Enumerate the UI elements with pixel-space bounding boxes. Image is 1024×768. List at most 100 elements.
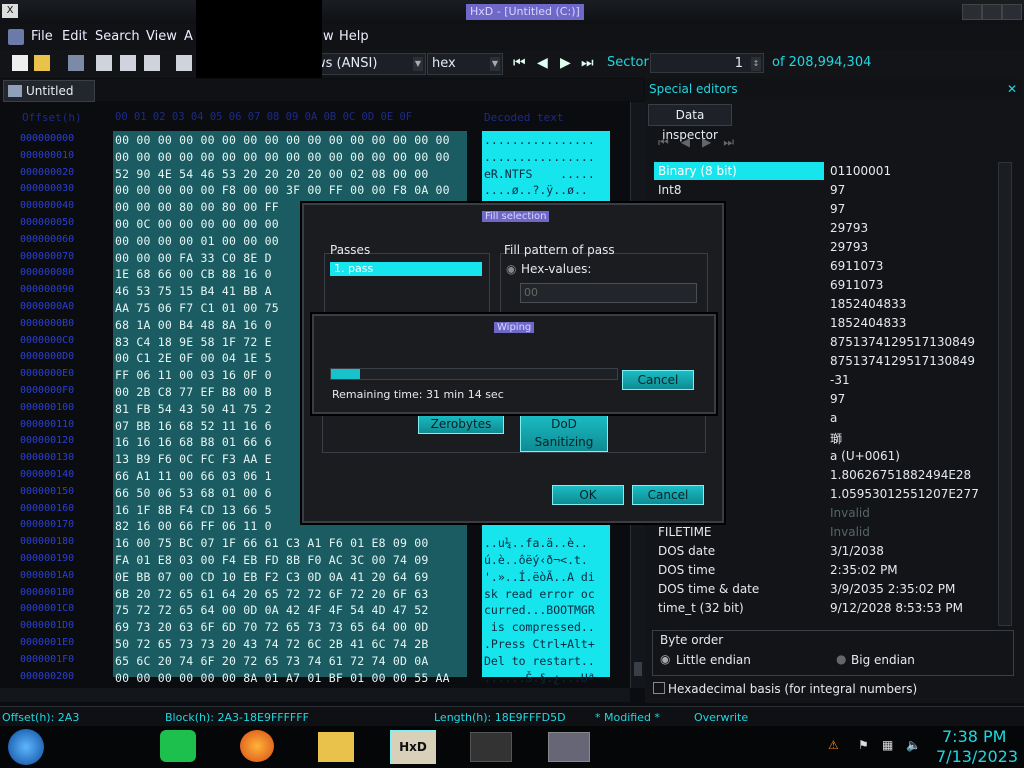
hex-row[interactable]: 81 FB 54 43 50 41 75 2 — [115, 402, 272, 416]
hex-row[interactable]: 00 00 00 00 01 00 00 00 — [115, 234, 279, 248]
fill-cancel-button[interactable]: Cancel — [632, 485, 704, 505]
hex-row[interactable]: 00 00 00 80 00 80 00 FF — [115, 200, 279, 214]
menu-file[interactable]: File — [31, 29, 53, 44]
hex-row[interactable]: 0E BB 07 00 CD 10 EB F2 C3 0D 0A 41 20 6… — [115, 570, 428, 584]
format-dropdown[interactable]: hex ▼ — [427, 53, 503, 75]
first-sector-icon[interactable]: ⏮ — [513, 55, 526, 71]
inspector-nav-icons[interactable]: ⏮◀▶⏭ — [658, 135, 746, 150]
hex-row[interactable]: 00 00 00 FA 33 C0 8E D — [115, 251, 272, 265]
ascii-row[interactable]: ......Š.§.¿...Uª — [484, 671, 595, 685]
save-icon[interactable] — [68, 55, 84, 71]
progress-cancel-button[interactable]: Cancel — [622, 370, 694, 390]
ascii-row[interactable]: ....ø..?.ÿ..ø.. — [484, 183, 588, 197]
inspector-row[interactable]: DOS time & date 3/9/2035 2:35:02 PM — [654, 580, 996, 599]
hex-basis-checkbox[interactable] — [653, 682, 665, 694]
menu-view[interactable]: View — [146, 29, 177, 44]
hex-row[interactable]: 00 0C 00 00 00 00 00 00 — [115, 217, 279, 231]
hex-row[interactable]: 69 73 20 63 6F 6D 70 72 65 73 73 65 64 0… — [115, 620, 428, 634]
hex-row[interactable]: 13 B9 F6 0C FC F3 AA E — [115, 452, 272, 466]
ascii-row[interactable]: sk read error oc — [484, 587, 595, 601]
sector-input[interactable]: 1 ↕ — [650, 53, 764, 73]
inspector-row[interactable]: FILETIME Invalid — [654, 523, 996, 542]
ascii-row[interactable]: ................ — [484, 150, 595, 164]
ascii-row[interactable]: ..u¼..fa.ä..è.. — [484, 536, 588, 550]
hex-row[interactable]: 16 16 16 68 B8 01 66 6 — [115, 435, 272, 449]
tab-data-inspector[interactable]: Data inspector — [648, 104, 732, 142]
monitor-taskbar-icon[interactable] — [548, 732, 590, 762]
notes-app-icon[interactable] — [160, 730, 196, 762]
volume-icon[interactable]: 🔈 — [906, 738, 921, 752]
menu-extras[interactable]: w — [323, 29, 334, 44]
file-explorer-icon[interactable] — [318, 732, 354, 762]
inspector-row[interactable]: Int8 97 — [654, 181, 996, 200]
new-file-icon[interactable] — [12, 55, 28, 71]
ascii-row[interactable]: curred...BOOTMGR — [484, 603, 595, 617]
hex-row[interactable]: 6B 20 72 65 61 64 20 65 72 72 6F 72 20 6… — [115, 587, 428, 601]
hex-row[interactable]: 82 16 00 66 FF 06 11 0 — [115, 519, 272, 533]
hex-row[interactable]: 68 1A 00 B4 48 8A 16 0 — [115, 318, 272, 332]
pass-list-item[interactable]: 1. pass — [330, 262, 482, 276]
hex-row[interactable]: 00 00 00 00 00 00 00 00 00 00 00 00 00 0… — [115, 133, 450, 147]
hex-horizontal-scrollbar[interactable] — [0, 688, 630, 702]
spinner-icon[interactable]: ↕ — [751, 57, 761, 71]
open-disk-icon[interactable] — [96, 55, 112, 71]
hex-row[interactable]: 16 1F 8B F4 CD 13 66 5 — [115, 503, 272, 517]
open-ram-icon[interactable] — [120, 55, 136, 71]
menu-search[interactable]: Search — [95, 29, 140, 44]
menu-edit[interactable]: Edit — [62, 29, 87, 44]
menu-help[interactable]: Help — [339, 29, 369, 44]
hxd-taskbar-icon[interactable]: HxD — [390, 730, 436, 764]
close-button[interactable] — [1002, 4, 1022, 20]
hex-row[interactable]: 07 BB 16 68 52 11 16 6 — [115, 419, 272, 433]
hex-row[interactable]: 66 A1 11 00 66 03 06 1 — [115, 469, 272, 483]
start-button[interactable] — [8, 729, 44, 765]
hex-row[interactable]: 46 53 75 15 B4 41 BB A — [115, 284, 272, 298]
charset-dropdown[interactable]: ws (ANSI) ▼ — [310, 53, 426, 75]
hex-row[interactable]: 1E 68 66 00 CB 88 16 0 — [115, 267, 272, 281]
inspector-scrollbar[interactable] — [998, 162, 1012, 626]
inspector-row[interactable]: DOS date 3/1/2038 — [654, 542, 996, 561]
app-taskbar-icon[interactable] — [470, 732, 512, 762]
hex-row[interactable]: 65 6C 20 74 6F 20 72 65 73 74 61 72 74 0… — [115, 654, 428, 668]
hex-value-input[interactable]: 00 — [520, 283, 697, 303]
hex-row[interactable]: 50 72 65 73 73 20 43 74 72 6C 2B 41 6C 7… — [115, 637, 428, 651]
open-file-icon[interactable] — [34, 55, 50, 71]
last-sector-icon[interactable]: ⏭ — [581, 55, 594, 71]
zerobytes-button[interactable]: Zerobytes — [418, 414, 504, 434]
hex-row[interactable]: AA 75 06 F7 C1 01 00 75 — [115, 301, 279, 315]
menu-analysis[interactable]: A — [184, 29, 193, 44]
tray-app-icon[interactable]: ⚠ — [828, 738, 839, 752]
next-sector-icon[interactable]: ▶ — [560, 55, 571, 71]
hex-row[interactable]: 00 00 00 00 00 F8 00 00 3F 00 FF 00 00 F… — [115, 183, 450, 197]
scroll-thumb[interactable] — [634, 662, 642, 676]
big-endian-radio[interactable]: ● — [836, 652, 846, 666]
hex-row[interactable]: 83 C4 18 9E 58 1F 72 E — [115, 335, 272, 349]
ok-button[interactable]: OK — [552, 485, 624, 505]
firefox-icon[interactable] — [240, 730, 274, 762]
ascii-row[interactable]: Del to restart.. — [484, 654, 595, 668]
hex-row[interactable]: 00 2B C8 77 EF B8 00 B — [115, 385, 272, 399]
inspector-row[interactable]: Binary (8 bit) 01100001 — [654, 162, 996, 181]
hex-row[interactable]: 16 00 75 BC 07 1F 66 61 C3 A1 F6 01 E8 0… — [115, 536, 428, 550]
network-icon[interactable]: ▦ — [882, 738, 893, 752]
hex-row[interactable]: FA 01 E8 03 00 F4 EB FD 8B F0 AC 3C 00 7… — [115, 553, 428, 567]
ascii-row[interactable]: ................ — [484, 133, 595, 147]
ascii-row[interactable]: .Press Ctrl+Alt+ — [484, 637, 595, 651]
prev-sector-icon[interactable]: ◀ — [537, 55, 548, 71]
tab-untitled[interactable]: Untitled (C:) — [3, 80, 95, 118]
ascii-row[interactable]: is compressed.. — [484, 620, 595, 634]
hex-row[interactable]: 00 00 00 00 00 00 00 00 00 00 00 00 00 0… — [115, 150, 450, 164]
hex-values-radio[interactable]: ◉ — [506, 262, 516, 276]
ascii-row[interactable]: '.»..Í.ëòÃ..A di — [484, 570, 595, 584]
hex-row[interactable]: 75 72 72 65 64 00 0D 0A 42 4F 4F 54 4D 4… — [115, 603, 428, 617]
copy-icon[interactable] — [176, 55, 192, 71]
hex-row[interactable]: FF 06 11 00 03 16 0F 0 — [115, 368, 272, 382]
app-menu-icon[interactable] — [8, 29, 24, 45]
hex-row[interactable]: 52 90 4E 54 46 53 20 20 20 20 00 02 08 0… — [115, 167, 428, 181]
print-icon[interactable] — [144, 55, 160, 71]
dod-sanitizing-button[interactable]: DoD Sanitizing — [520, 414, 608, 452]
flag-icon[interactable]: ⚑ — [858, 738, 869, 752]
hex-row[interactable]: 66 50 06 53 68 01 00 6 — [115, 486, 272, 500]
ascii-row[interactable]: ú.è..ôëý‹ð¬<.t. — [484, 553, 588, 567]
inspector-row[interactable]: DOS time 2:35:02 PM — [654, 561, 996, 580]
